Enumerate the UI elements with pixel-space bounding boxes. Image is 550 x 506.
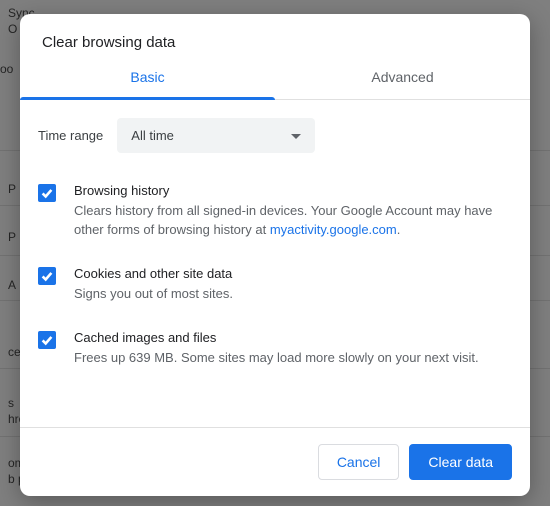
dialog-title: Clear browsing data [20,14,530,69]
option-description: Clears history from all signed-in device… [74,202,512,240]
tab-advanced[interactable]: Advanced [275,69,530,99]
time-range-label: Time range [38,128,103,143]
option-title: Browsing history [74,183,512,198]
tab-basic-label: Basic [130,69,164,85]
cancel-button[interactable]: Cancel [318,444,400,480]
checkbox-browsing-history[interactable] [38,184,56,202]
option-description: Frees up 639 MB. Some sites may load mor… [74,349,512,368]
check-icon [40,186,54,200]
myactivity-link[interactable]: myactivity.google.com [270,222,397,237]
check-icon [40,333,54,347]
tab-basic[interactable]: Basic [20,69,275,99]
option-title: Cookies and other site data [74,266,512,281]
time-range-value: All time [131,128,174,143]
options-list: Browsing history Clears history from all… [20,167,530,427]
option-browsing-history: Browsing history Clears history from all… [38,173,512,256]
time-range-row: Time range All time [20,100,530,167]
dialog-footer: Cancel Clear data [20,427,530,496]
clear-data-button[interactable]: Clear data [409,444,512,480]
clear-browsing-data-dialog: Clear browsing data Basic Advanced Time … [20,14,530,496]
check-icon [40,269,54,283]
tab-bar: Basic Advanced [20,69,530,100]
checkbox-cookies[interactable] [38,267,56,285]
option-description: Signs you out of most sites. [74,285,512,304]
tab-advanced-label: Advanced [371,69,433,85]
checkbox-cache[interactable] [38,331,56,349]
option-cookies: Cookies and other site data Signs you ou… [38,256,512,320]
option-title: Cached images and files [74,330,512,345]
time-range-select[interactable]: All time [117,118,315,153]
option-cache: Cached images and files Frees up 639 MB.… [38,320,512,384]
chevron-down-icon [291,128,301,143]
